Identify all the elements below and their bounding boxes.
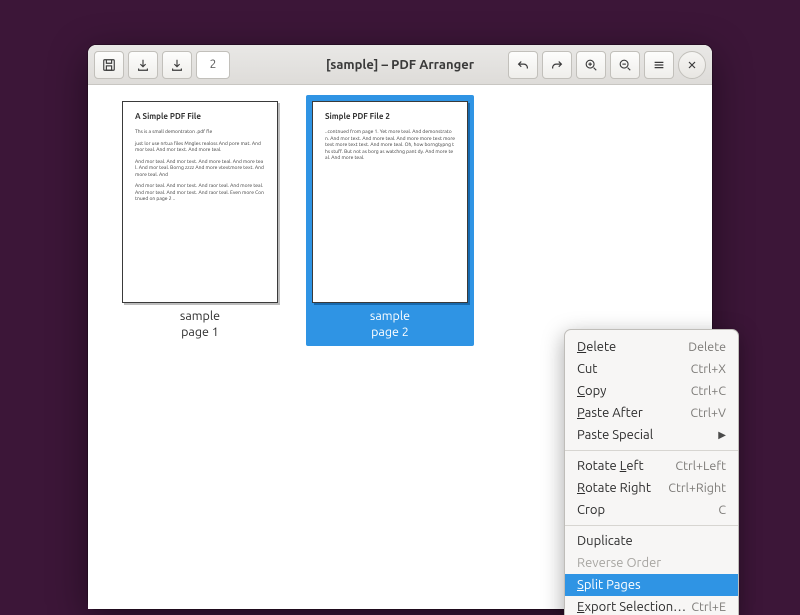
save-icon [102,58,116,72]
import2-button[interactable] [162,51,192,79]
menu-item-label: Paste After [577,406,690,420]
menu-item-label: Crop [577,503,718,517]
menu-item-label: Duplicate [577,534,726,548]
import-button[interactable] [128,51,158,79]
page-number-field[interactable]: 2 [196,51,230,79]
redo-button[interactable] [542,51,572,79]
menu-item-label: Paste Special [577,428,718,442]
headerbar: [sample] – PDF Arranger 2 [88,45,712,85]
undo-button[interactable] [508,51,538,79]
zoom-in-button[interactable] [576,51,606,79]
caption-page: page 2 [370,325,410,341]
menu-item-label: Reverse Order [577,556,726,570]
thumbnail-grid: A Simple PDF File Ths is a small demontr… [88,85,712,356]
menu-item-accel: Ctrl+Left [675,459,726,473]
menu-item-export-selection[interactable]: Export Selection…Ctrl+E [565,596,738,615]
menu-separator [565,525,738,526]
menu-item-accel: C [718,503,726,517]
hamburger-icon [652,58,666,72]
menu-item-accel: Ctrl+V [690,406,726,420]
toolbar-right [508,51,706,79]
menu-item-crop[interactable]: CropC [565,499,738,521]
page-thumbnail[interactable]: A Simple PDF File Ths is a small demontr… [116,95,284,346]
thumbnail-caption: sample page 2 [370,309,410,340]
menu-item-accel: Ctrl+Right [668,481,726,495]
menu-item-accel: Ctrl+X [691,362,726,376]
thumbnail-caption: sample page 1 [180,309,220,340]
redo-icon [550,58,564,72]
undo-icon [516,58,530,72]
menu-item-accel: Delete [688,340,726,354]
menu-item-label: Cut [577,362,691,376]
page-preview-title: A Simple PDF File [135,112,265,122]
menu-item-label: Rotate Left [577,459,675,473]
menu-item-delete[interactable]: DeleteDelete [565,336,738,358]
zoom-out-button[interactable] [610,51,640,79]
page-preview-title: Simple PDF File 2 [325,112,455,122]
menu-item-paste-special[interactable]: Paste Special▶ [565,424,738,446]
close-window-button[interactable] [678,51,706,79]
menu-item-label: Split Pages [577,578,726,592]
close-icon [686,59,698,71]
caption-name: sample [180,309,220,325]
zoom-out-icon [618,58,632,72]
page-preview: A Simple PDF File Ths is a small demontr… [122,101,278,303]
menu-item-rotate-left[interactable]: Rotate LeftCtrl+Left [565,455,738,477]
save-button[interactable] [94,51,124,79]
context-menu: DeleteDeleteCutCtrl+XCopyCtrl+CPaste Aft… [564,329,739,615]
page-number-value: 2 [210,58,217,71]
zoom-in-icon [584,58,598,72]
submenu-arrow-icon: ▶ [718,429,726,441]
menu-item-accel: Ctrl+C [691,384,726,398]
menu-item-split-pages[interactable]: Split Pages [565,574,738,596]
menu-item-label: Rotate Right [577,481,668,495]
page-thumbnail[interactable]: Simple PDF File 2 ..contnued from page 1… [306,95,474,346]
toolbar-left: 2 [94,51,230,79]
menu-separator [565,450,738,451]
menu-item-reverse-order: Reverse Order [565,552,738,574]
hamburger-menu-button[interactable] [644,51,674,79]
page-preview: Simple PDF File 2 ..contnued from page 1… [312,101,468,303]
import-icon [136,58,150,72]
menu-item-label: Delete [577,340,688,354]
menu-item-label: Export Selection… [577,600,691,614]
menu-item-label: Copy [577,384,691,398]
menu-item-rotate-right[interactable]: Rotate RightCtrl+Right [565,477,738,499]
menu-item-cut[interactable]: CutCtrl+X [565,358,738,380]
caption-page: page 1 [180,325,220,341]
caption-name: sample [370,309,410,325]
import2-icon [170,58,184,72]
menu-item-copy[interactable]: CopyCtrl+C [565,380,738,402]
menu-item-accel: Ctrl+E [691,600,726,614]
menu-item-duplicate[interactable]: Duplicate [565,530,738,552]
menu-item-paste-after[interactable]: Paste AfterCtrl+V [565,402,738,424]
